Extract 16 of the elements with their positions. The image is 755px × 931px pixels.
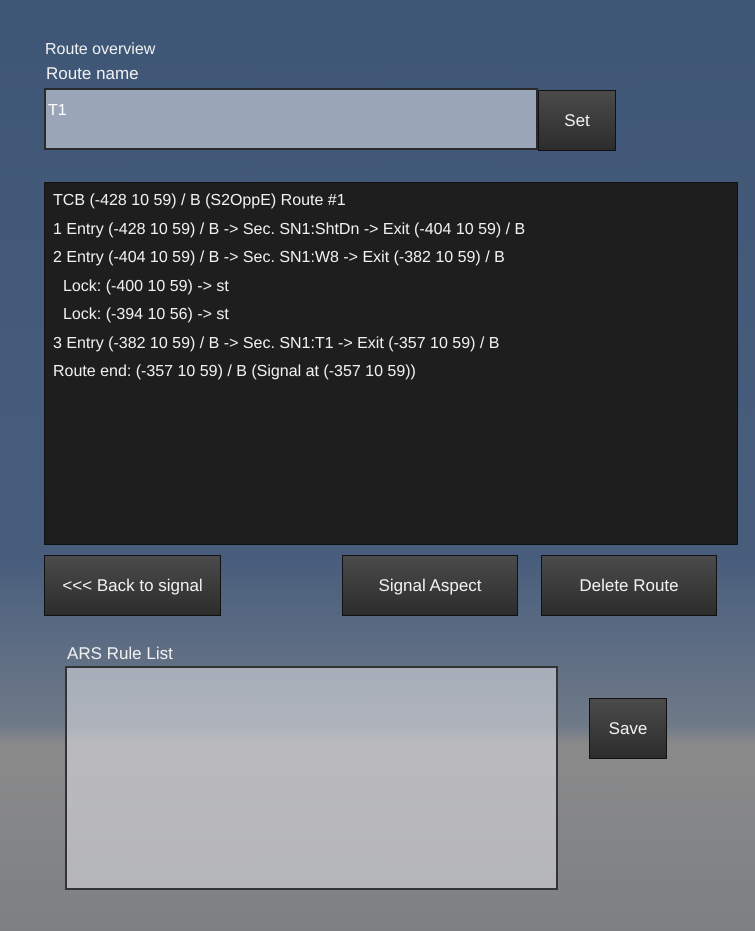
form-title: Route overview xyxy=(45,40,156,60)
ars-rule-list-field[interactable] xyxy=(65,666,558,890)
set-button[interactable]: Set xyxy=(538,90,616,151)
route-line: 2 Entry (-404 10 59) / B -> Sec. SN1:W8 -> Exit (-382 10 59) / B xyxy=(53,248,506,268)
route-line: 3 Entry (-382 10 59) / B -> Sec. SN1:T1 -> Exit (-357 10 59) / B xyxy=(53,334,500,354)
route-name-label: Route name xyxy=(46,64,140,85)
route-line: Lock: (-400 10 59) -> st xyxy=(62,276,230,296)
route-line: Route end: (-357 10 59) / B (Signal at (-357 10 59)) xyxy=(53,362,417,382)
signal-aspect-button[interactable]: Signal Aspect xyxy=(342,555,518,616)
back-to-signal-button[interactable]: <<< Back to signal xyxy=(44,555,221,616)
route-line: 1 Entry (-428 10 59) / B -> Sec. SN1:ShtDn -> Exit (-404 10 59) / B xyxy=(53,220,526,240)
delete-route-button[interactable]: Delete Route xyxy=(541,555,717,616)
save-button[interactable]: Save xyxy=(589,698,667,759)
ars-rule-list-label: ARS Rule List xyxy=(67,644,174,665)
route-line: TCB (-428 10 59) / B (S2OppE) Route #1 xyxy=(53,191,347,211)
route-line: Lock: (-394 10 56) -> st xyxy=(62,305,230,325)
